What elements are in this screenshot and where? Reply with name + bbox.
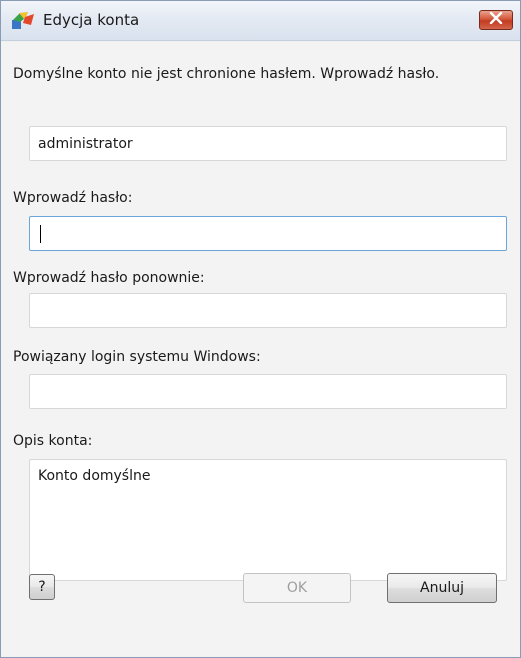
ok-button[interactable]: OK [243,573,351,603]
help-button[interactable]: ? [29,574,55,600]
windows-login-label: Powiązany login systemu Windows: [13,349,261,365]
account-edit-dialog: Edycja konta Domyślne konto nie jest chr… [0,0,521,658]
close-icon [489,11,503,28]
description-textarea[interactable]: Konto domyślne [29,459,507,581]
cancel-button[interactable]: Anuluj [387,573,497,603]
text-caret [40,225,41,243]
windows-login-field[interactable] [29,374,507,409]
close-button[interactable] [479,10,513,30]
username-field[interactable]: administrator [29,126,507,161]
title-bar[interactable]: Edycja konta [1,1,520,41]
username-value: administrator [38,136,133,152]
password-label: Wprowadź hasło: [13,190,133,206]
password-confirm-label: Wprowadź hasło ponownie: [13,270,205,286]
dialog-content: Domyślne konto nie jest chronione hasłem… [1,42,520,657]
description-value: Konto domyślne [38,468,151,484]
password-field[interactable] [29,216,507,251]
password-confirm-field[interactable] [29,293,507,328]
avg-logo-icon [11,11,35,31]
description-label: Opis konta: [13,433,93,449]
window-title: Edycja konta [43,11,140,29]
info-message: Domyślne konto nie jest chronione hasłem… [13,66,440,82]
